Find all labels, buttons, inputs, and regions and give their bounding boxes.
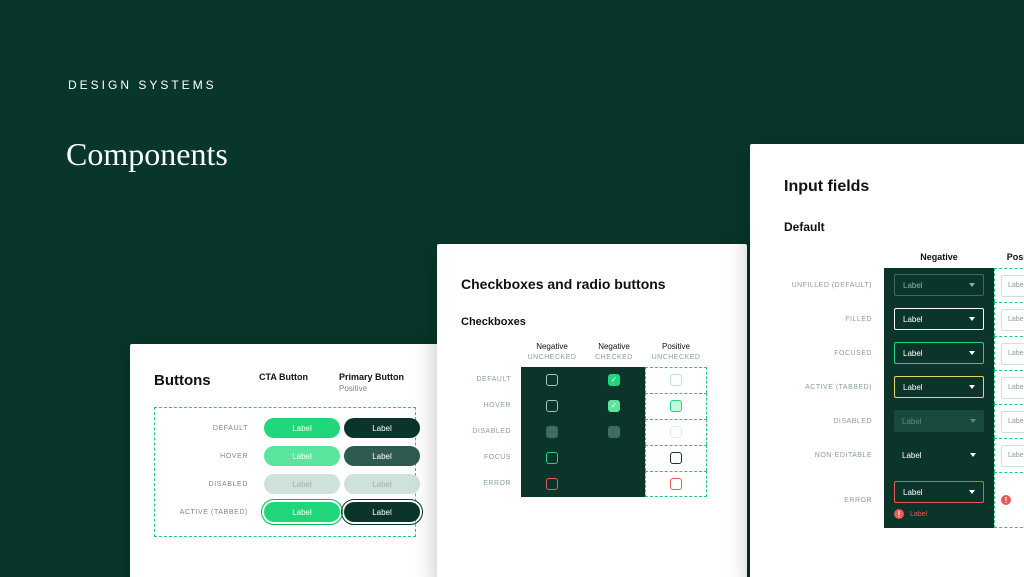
- in-state-focused: FOCUSED: [784, 350, 884, 357]
- primary-button-disabled: Label: [344, 474, 420, 494]
- cb-state-error: ERROR: [461, 471, 521, 497]
- primary-button-default[interactable]: Label: [344, 418, 420, 438]
- checkbox-pos-unchecked-hover[interactable]: [670, 400, 682, 412]
- checkbox-neg-unchecked-error[interactable]: [546, 478, 558, 490]
- chevron-down-icon: [969, 385, 975, 389]
- checkbox-card: Checkboxes and radio buttons Checkboxes …: [437, 244, 747, 577]
- chevron-down-icon: [970, 419, 976, 423]
- cb-state-focus: FOCUS: [461, 445, 521, 471]
- state-hover: HOVER: [161, 453, 260, 460]
- select-pos-disabled: Labe: [1001, 411, 1024, 433]
- select-neg-unfilled[interactable]: Label: [894, 274, 984, 296]
- chevron-down-icon: [969, 283, 975, 287]
- select-pos-focused[interactable]: Labe: [1001, 343, 1024, 365]
- checkbox-neg-checked-default[interactable]: ✓: [608, 374, 620, 386]
- checkbox-pos-unchecked-disabled: [670, 426, 682, 438]
- checkbox-pos-unchecked-focus[interactable]: [670, 452, 682, 464]
- inputs-col-neg: Negative: [884, 252, 994, 262]
- cb-state-hover: HOVER: [461, 393, 521, 419]
- buttons-title: Buttons: [154, 372, 259, 389]
- state-default: DEFAULT: [161, 425, 260, 432]
- section-eyebrow: DESIGN SYSTEMS: [68, 78, 217, 92]
- page-title: Components: [66, 136, 228, 173]
- cb-state-default: DEFAULT: [461, 367, 521, 393]
- select-neg-disabled: Label: [894, 410, 984, 432]
- inputs-col-pos: Positive: [994, 252, 1024, 262]
- col-primary-sub: Positive: [339, 384, 419, 393]
- select-neg-focused[interactable]: Label: [894, 342, 984, 364]
- checkbox-subtitle: Checkboxes: [461, 316, 723, 328]
- checkbox-table: DEFAULT ✓ HOVER ✓ DISABLED FOCUS ERROR: [461, 367, 723, 497]
- checkbox-neg-unchecked-disabled: [546, 426, 558, 438]
- in-state-unfilled: UNFILLED (DEFAULT): [784, 282, 884, 289]
- checkbox-neg-checked-disabled: [608, 426, 620, 438]
- checkbox-pos-unchecked-default[interactable]: [670, 374, 682, 386]
- checkbox-title: Checkboxes and radio buttons: [461, 276, 723, 292]
- input-fields-card: Input fields Default Negative Positive U…: [750, 144, 1024, 577]
- state-disabled: DISABLED: [161, 481, 260, 488]
- in-state-filled: FILLED: [784, 316, 884, 323]
- error-icon: !: [894, 509, 904, 519]
- select-neg-active[interactable]: Label: [894, 376, 984, 398]
- inputs-title: Input fields: [784, 178, 1024, 196]
- select-pos-filled[interactable]: Labe: [1001, 309, 1024, 331]
- check-icon: ✓: [611, 402, 618, 410]
- select-pos-noneditable: Labe: [1001, 445, 1024, 467]
- chevron-down-icon: [970, 453, 976, 457]
- cb-col-1: NegativeCHECKED: [583, 342, 645, 363]
- cb-col-2: PositiveUNCHECKED: [645, 342, 707, 363]
- checkbox-neg-checked-hover[interactable]: ✓: [608, 400, 620, 412]
- select-pos-unfilled[interactable]: Labe: [1001, 275, 1024, 297]
- in-state-active: ACTIVE (TABBED): [784, 384, 884, 391]
- cta-button-active[interactable]: Label: [264, 502, 340, 522]
- check-icon: ✓: [611, 376, 618, 384]
- primary-button-hover[interactable]: Label: [344, 446, 420, 466]
- in-state-disabled: DISABLED: [784, 418, 884, 425]
- buttons-card: Buttons CTA Button Primary Button Positi…: [130, 344, 440, 577]
- cta-button-disabled: Label: [264, 474, 340, 494]
- checkbox-neg-unchecked-hover[interactable]: [546, 400, 558, 412]
- chevron-down-icon: [969, 351, 975, 355]
- primary-button-active[interactable]: Label: [344, 502, 420, 522]
- error-message: ! Label: [894, 509, 927, 519]
- col-cta: CTA Button: [259, 372, 339, 401]
- checkbox-neg-unchecked-focus[interactable]: [546, 452, 558, 464]
- inputs-subtitle: Default: [784, 220, 1024, 234]
- checkbox-neg-unchecked-default[interactable]: [546, 374, 558, 386]
- state-active: ACTIVE (TABBED): [161, 509, 260, 516]
- buttons-grid: DEFAULT Label Label HOVER Label Label DI…: [154, 407, 416, 537]
- select-neg-error[interactable]: Label: [894, 481, 984, 503]
- cb-col-0: NegativeUNCHECKED: [521, 342, 583, 363]
- in-state-noneditable: NON-EDITABLE: [784, 452, 884, 459]
- col-primary: Primary Button Positive: [339, 372, 419, 401]
- checkbox-pos-unchecked-error[interactable]: [670, 478, 682, 490]
- cb-state-disabled: DISABLED: [461, 419, 521, 445]
- select-neg-noneditable: Label: [894, 444, 984, 466]
- in-state-error: ERROR: [784, 497, 884, 504]
- error-icon: !: [1001, 495, 1011, 505]
- chevron-down-icon: [969, 317, 975, 321]
- chevron-down-icon: [969, 490, 975, 494]
- cta-button-hover[interactable]: Label: [264, 446, 340, 466]
- select-neg-filled[interactable]: Label: [894, 308, 984, 330]
- select-pos-active[interactable]: Labe: [1001, 377, 1024, 399]
- cta-button-default[interactable]: Label: [264, 418, 340, 438]
